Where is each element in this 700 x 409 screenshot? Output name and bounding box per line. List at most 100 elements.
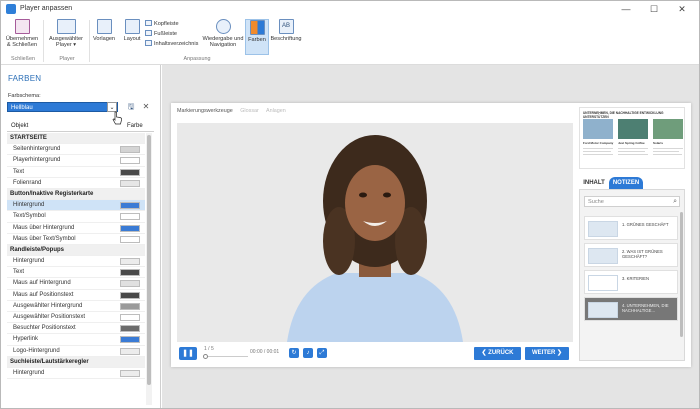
color-row[interactable]: Maus über Hintergrund <box>7 223 145 234</box>
delete-scheme-icon[interactable]: ✕ <box>141 102 151 112</box>
tab-glossary[interactable]: Glossar <box>240 108 259 114</box>
chapter-item-selected[interactable]: 4. UNTERNEHMEN, DIE NACHHALTIGE... <box>584 297 678 321</box>
chapter-thumbnail <box>588 275 618 291</box>
group-label-close: Schließen <box>11 56 35 62</box>
color-swatch[interactable] <box>120 269 140 277</box>
color-row-label: Text <box>13 269 25 276</box>
compass-icon <box>215 19 231 34</box>
sidebar-search-input[interactable]: Suche ⌕ <box>584 196 680 207</box>
thumbnail-title: UNTERNEHMEN, DIE NACHHALTIGE ENTWICKLUNG… <box>583 111 664 119</box>
color-swatch[interactable] <box>120 291 140 299</box>
back-button[interactable]: ❮ ZURÜCK <box>474 347 521 360</box>
notes-scrollbar[interactable] <box>680 212 683 337</box>
color-row[interactable]: Logo-Hintergrund <box>7 346 145 357</box>
text-line <box>618 154 648 155</box>
color-row[interactable]: Text <box>7 267 145 279</box>
color-row[interactable]: Hyperlink <box>7 334 145 346</box>
layout-icon <box>124 19 140 34</box>
color-row[interactable]: Besuchter Positionstext <box>7 323 145 335</box>
color-swatch[interactable] <box>120 179 140 187</box>
tab-markup-tools[interactable]: Markierungswerkzeuge <box>177 108 233 114</box>
preview-stage: Markierungswerkzeuge Glossar Anlagen ❚❚ … <box>162 65 699 408</box>
seek-knob[interactable] <box>203 354 208 359</box>
save-scheme-icon[interactable]: 🖫 <box>126 102 136 112</box>
text-line <box>583 154 613 155</box>
color-row[interactable]: Maus über Text/Symbol <box>7 234 145 245</box>
color-swatch[interactable] <box>120 168 140 176</box>
seek-bar[interactable] <box>203 356 248 357</box>
color-row[interactable]: Maus auf Positionstext <box>7 290 145 301</box>
text-line <box>653 151 679 152</box>
notes-panel: Suche ⌕ 1. GRÜNES GESCHÄFT 2. WAS IST GR… <box>579 189 685 361</box>
text-line <box>653 154 682 155</box>
color-row[interactable]: Playerhintergrund <box>7 155 145 167</box>
layout-button[interactable]: Layout <box>120 19 144 42</box>
color-row[interactable]: Ausgewählter Hintergrund <box>7 301 145 312</box>
color-row-label: Maus über Hintergrund <box>13 224 75 231</box>
color-swatch[interactable] <box>120 369 140 377</box>
color-swatch[interactable] <box>120 302 140 310</box>
color-swatch[interactable] <box>120 213 140 221</box>
color-swatch[interactable] <box>120 258 140 266</box>
color-swatch[interactable] <box>120 347 140 355</box>
footer-button[interactable]: Fußleiste <box>145 30 177 38</box>
color-row[interactable]: Text <box>7 167 145 178</box>
player-icon <box>56 19 76 34</box>
color-row[interactable]: Folienrand <box>7 178 145 189</box>
tab-attachments[interactable]: Anlagen <box>266 108 286 114</box>
column-object: Objekt <box>11 123 29 129</box>
color-swatch[interactable] <box>120 202 140 210</box>
playback-navigation-button[interactable]: Wiedergabe und Navigation <box>202 19 244 48</box>
fullscreen-icon[interactable]: ⤢ <box>317 348 327 358</box>
chapter-item[interactable]: 3. KRITERIEN <box>584 270 678 294</box>
section-label: Randleiste/Popups <box>10 246 65 253</box>
chapter-item[interactable]: 2. WAS IST GRÜNES GESCHÄFT? <box>584 243 678 267</box>
color-swatch[interactable] <box>120 157 140 165</box>
selected-player-button[interactable]: Ausgewählter Player ▾ <box>46 19 86 48</box>
color-row[interactable]: Hintergrund <box>7 368 145 380</box>
templates-button[interactable]: Vorlagen <box>91 19 117 42</box>
color-row[interactable]: Seitenhintergrund <box>7 144 145 156</box>
volume-icon[interactable]: ♪ <box>303 348 313 358</box>
color-row[interactable]: Hintergrund <box>7 256 145 268</box>
title-bar: Player anpassen — ☐ ✕ <box>1 1 699 17</box>
next-button[interactable]: WEITER ❯ <box>525 347 569 360</box>
tab-notes[interactable]: NOTIZEN <box>609 177 643 189</box>
toc-button[interactable]: Inhaltsverzeichnis <box>145 40 198 48</box>
minimize-button[interactable]: — <box>613 2 639 16</box>
color-scheme-dropdown[interactable]: Hellblau ⌄ <box>7 102 118 112</box>
video-frame <box>177 123 573 342</box>
color-row[interactable]: Hintergrund <box>7 200 145 212</box>
color-swatch[interactable] <box>120 314 140 321</box>
color-swatch[interactable] <box>120 325 140 333</box>
apply-close-button[interactable]: Übernehmen & Schließen <box>4 19 40 48</box>
labels-button[interactable]: AB Beschriftung <box>270 19 302 42</box>
color-swatch[interactable] <box>120 280 140 288</box>
chapter-item[interactable]: 1. GRÜNES GESCHÄFT <box>584 216 678 240</box>
color-swatch[interactable] <box>120 235 140 243</box>
header-button[interactable]: Kopfleiste <box>145 20 179 28</box>
color-swatch[interactable] <box>120 224 140 232</box>
column-color: Farbe <box>127 123 143 129</box>
colors-button[interactable]: Farben <box>245 19 269 55</box>
maximize-button[interactable]: ☐ <box>641 2 667 16</box>
color-swatch[interactable] <box>120 336 140 344</box>
search-icon[interactable]: ⌕ <box>673 197 677 207</box>
color-row[interactable]: Ausgewählter Positionstext <box>7 312 145 324</box>
tab-contents[interactable]: INHALT <box>579 177 609 189</box>
color-swatch[interactable] <box>120 146 140 154</box>
chapter-thumbnail <box>588 221 618 237</box>
color-row-label: Besuchter Positionstext <box>13 325 76 332</box>
color-row[interactable]: Text/Symbol <box>7 211 145 223</box>
replay-icon[interactable]: ↻ <box>289 348 299 358</box>
scrollbar-thumb[interactable] <box>147 135 151 385</box>
color-row-label: Maus über Text/Symbol <box>13 235 76 242</box>
pause-button[interactable]: ❚❚ <box>179 347 197 360</box>
slide-counter: 1 / 5 <box>204 346 214 352</box>
header-icon <box>145 20 152 26</box>
color-row[interactable]: Maus auf Hintergrund <box>7 278 145 290</box>
group-label-customize: Anpassung <box>183 56 211 62</box>
thumbnail-image-2 <box>618 119 648 139</box>
panel-scrollbar[interactable] <box>146 133 152 405</box>
close-button[interactable]: ✕ <box>669 2 695 16</box>
